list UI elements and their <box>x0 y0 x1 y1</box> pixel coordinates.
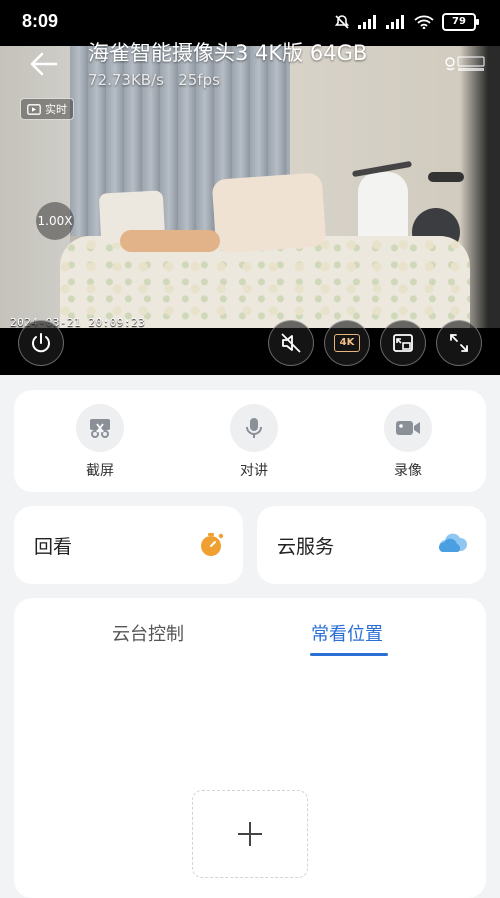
wifi-icon <box>414 15 434 29</box>
talk-button[interactable]: 对讲 <box>206 404 302 480</box>
camera-title: 海雀智能摄像头3 4K版 64GB <box>88 41 368 65</box>
cloud-service-card[interactable]: 云服务 <box>257 506 486 584</box>
mute-notification-icon <box>334 15 350 29</box>
fullscreen-button[interactable] <box>436 320 482 366</box>
screenshot-icon-bg <box>76 404 124 452</box>
brand-logo <box>444 54 486 74</box>
back-button[interactable] <box>28 50 60 78</box>
stream-rate: 72.73KB/s 25fps <box>88 71 220 89</box>
pip-button[interactable] <box>380 320 426 366</box>
bitrate: 72.73KB/s <box>88 71 164 89</box>
live-video-icon <box>27 103 41 115</box>
signal-icon-2 <box>386 15 404 29</box>
power-icon <box>32 333 50 353</box>
status-icons: 79 <box>334 13 479 31</box>
battery-indicator: 79 <box>442 13 479 31</box>
playback-label: 回看 <box>34 536 73 558</box>
cloud-service-label: 云服务 <box>277 536 335 558</box>
record-button[interactable]: 录像 <box>360 404 456 480</box>
fullscreen-icon <box>450 334 468 352</box>
cloud-icon <box>438 532 468 558</box>
quality-button[interactable]: 4K <box>324 320 370 366</box>
zoom-level[interactable]: 1.00X <box>36 202 74 240</box>
timer-icon <box>199 532 225 562</box>
video-scene-cushion <box>120 230 220 252</box>
add-position-button[interactable] <box>192 790 308 878</box>
talk-label: 对讲 <box>240 463 268 479</box>
live-badge: 实时 <box>20 98 74 120</box>
mute-button[interactable] <box>268 320 314 366</box>
brand-logo-icon <box>445 56 485 71</box>
talk-icon-bg <box>230 404 278 452</box>
microphone-icon <box>246 418 262 438</box>
tab-ptz-control[interactable]: 云台控制 <box>112 620 184 646</box>
scissors-icon <box>90 419 110 438</box>
tab-favorite-positions[interactable]: 常看位置 <box>311 620 383 646</box>
quick-actions-card: 截屏 对讲 录像 <box>14 390 486 492</box>
plus-icon <box>238 822 262 846</box>
framerate: 25fps <box>178 71 220 89</box>
screenshot-label: 截屏 <box>86 463 114 479</box>
status-time: 8:09 <box>22 11 59 31</box>
video-feed[interactable] <box>0 46 500 328</box>
video-camera-icon <box>396 421 420 435</box>
active-tab-indicator <box>310 653 388 656</box>
quality-4k-icon: 4K <box>334 334 360 352</box>
ptz-tabs-card: 云台控制 常看位置 <box>14 598 486 898</box>
record-icon-bg <box>384 404 432 452</box>
playback-card[interactable]: 回看 <box>14 506 243 584</box>
record-label: 录像 <box>394 463 422 479</box>
arrow-left-icon <box>30 52 58 76</box>
video-controls-bar <box>0 328 500 375</box>
speaker-muted-icon <box>281 333 301 353</box>
screenshot-button[interactable]: 截屏 <box>52 404 148 480</box>
power-button[interactable] <box>18 320 64 366</box>
picture-in-picture-icon <box>393 334 413 352</box>
signal-icon <box>358 15 376 29</box>
live-label: 实时 <box>45 103 67 116</box>
video-scene-pillow <box>211 172 327 254</box>
